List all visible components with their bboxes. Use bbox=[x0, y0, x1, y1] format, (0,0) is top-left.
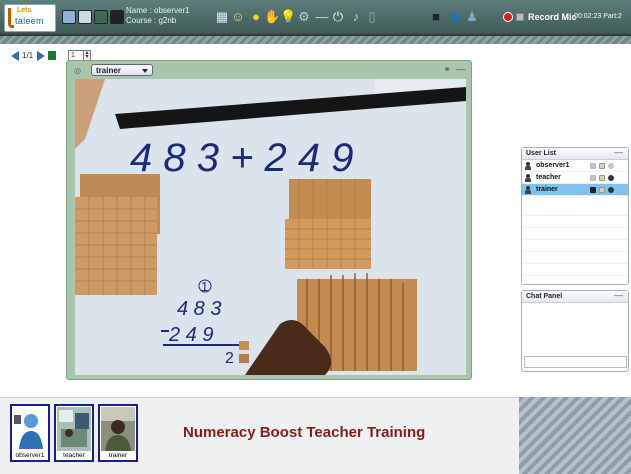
layout-grid-button[interactable] bbox=[62, 10, 76, 24]
user-list-title: User List bbox=[526, 150, 556, 157]
user-list-header: User List — bbox=[522, 147, 628, 160]
next-page-icon[interactable] bbox=[37, 51, 45, 61]
camera-icon[interactable] bbox=[590, 187, 596, 193]
volume-icon[interactable]: ♪ bbox=[348, 9, 364, 25]
video-frame: 4 8 3 + 2 4 9 1 4 8 3 2 4 9 2 bbox=[75, 79, 466, 375]
link-icon[interactable]: ⚭ bbox=[443, 64, 451, 75]
user-avatar-icon bbox=[525, 186, 531, 194]
chat-panel: Chat Panel — bbox=[521, 290, 629, 372]
zoom-value: 1 bbox=[71, 52, 75, 59]
chart-icon[interactable]: ▦ bbox=[214, 9, 230, 25]
user-select-value: trainer bbox=[96, 66, 121, 75]
thumbnail-caption: teacher bbox=[63, 452, 85, 459]
whiteboard-button[interactable] bbox=[78, 10, 92, 24]
chat-input[interactable] bbox=[524, 356, 627, 368]
page-indicator: 1/1 bbox=[22, 51, 34, 60]
camera-icon[interactable]: ■ bbox=[428, 9, 444, 25]
settings-icon[interactable]: ⚙ bbox=[296, 9, 312, 25]
session-name: Name : observer1 bbox=[126, 6, 190, 15]
record-button[interactable] bbox=[503, 12, 513, 22]
video-button[interactable] bbox=[110, 10, 124, 24]
app-logo: Lets taleem bbox=[4, 4, 56, 32]
thumbnail-caption: trainer bbox=[108, 452, 128, 459]
camera-off-icon[interactable] bbox=[590, 163, 596, 169]
user-row-observer1[interactable]: observer1 bbox=[522, 160, 628, 172]
prev-page-icon[interactable] bbox=[11, 51, 19, 61]
power-icon[interactable]: ⏻ bbox=[330, 9, 346, 25]
thumbnail-teacher[interactable]: teacher bbox=[54, 404, 94, 462]
chat-panel-minimize-button[interactable]: — bbox=[614, 290, 623, 300]
toolbar-stripe bbox=[0, 36, 631, 44]
bottom-number: 2 4 9 bbox=[168, 324, 213, 346]
user-name: teacher bbox=[536, 174, 561, 181]
pencil-icon[interactable] bbox=[599, 163, 605, 169]
bottom-pattern bbox=[519, 397, 631, 474]
trainer-video-thumbnail bbox=[101, 407, 135, 451]
user-row-trainer[interactable]: trainer bbox=[522, 184, 628, 196]
stop-record-button[interactable] bbox=[516, 13, 524, 21]
user-list-empty-rows bbox=[522, 204, 628, 284]
camera-small-icon: ◎ bbox=[74, 66, 81, 75]
top-toolbar: Lets taleem Name : observer1 Course : g2… bbox=[0, 0, 631, 36]
user-avatar-icon bbox=[13, 407, 47, 451]
thumbnail-trainer[interactable]: trainer bbox=[98, 404, 138, 462]
users-icon[interactable]: ☺ bbox=[230, 9, 246, 25]
user-avatar-icon bbox=[525, 162, 531, 170]
minus-icon[interactable]: — bbox=[314, 9, 330, 25]
mouse-icon[interactable]: ▯ bbox=[364, 9, 380, 25]
base-ten-flat-2 bbox=[75, 197, 157, 295]
presentation-button[interactable] bbox=[94, 10, 108, 24]
bulb-icon[interactable]: 💡 bbox=[280, 9, 296, 25]
session-info: Name : observer1 Course : g2nb bbox=[126, 6, 190, 26]
user-name: observer1 bbox=[536, 162, 570, 169]
logo-mark bbox=[8, 8, 14, 28]
thumbnail-observer1[interactable]: observer1 bbox=[10, 404, 50, 462]
user-row-teacher[interactable]: teacher bbox=[522, 172, 628, 184]
chat-panel-title: Chat Panel bbox=[526, 293, 563, 300]
session-course: Course : g2nb bbox=[126, 16, 177, 25]
user-list-panel: User List — observer1 teacher trainer bbox=[521, 147, 629, 285]
user-select[interactable]: trainer bbox=[91, 64, 153, 76]
hand-raise-icon[interactable]: ✋ bbox=[264, 9, 280, 25]
video-panel-header: ◎ trainer ⚭ — bbox=[67, 61, 471, 79]
app-window: Lets taleem Name : observer1 Course : g2… bbox=[0, 0, 631, 474]
smiley-icon[interactable]: ● bbox=[248, 9, 264, 25]
video-panel: ◎ trainer ⚭ — 4 8 3 + 2 4 9 1 4 8 3 2 4 … bbox=[66, 60, 472, 380]
logo-top-text: Lets bbox=[17, 7, 32, 14]
minimize-button[interactable]: — bbox=[456, 64, 465, 74]
people-icon[interactable]: ♟ bbox=[464, 9, 480, 25]
pencil-icon[interactable] bbox=[599, 187, 605, 193]
session-banner: Numeracy Boost Teacher Training bbox=[183, 424, 426, 441]
pencil-icon[interactable] bbox=[599, 175, 605, 181]
thumbnail-caption: observer1 bbox=[15, 452, 45, 459]
record-time: 00:02:23 Part:2 bbox=[574, 13, 622, 20]
teacher-video-thumbnail bbox=[57, 407, 91, 451]
chevron-down-icon bbox=[142, 69, 148, 73]
network-icon[interactable]: ▣ bbox=[446, 9, 462, 25]
logo-bottom-text: taleem bbox=[15, 16, 44, 26]
partial-sum: 2 bbox=[225, 350, 234, 367]
top-number: 4 8 3 bbox=[177, 298, 221, 320]
user-list-minimize-button[interactable]: — bbox=[614, 147, 623, 157]
record-mic-label: Record Mic bbox=[528, 12, 577, 22]
camera-off-icon[interactable] bbox=[590, 175, 596, 181]
mic-off-icon[interactable] bbox=[608, 163, 614, 169]
user-name: trainer bbox=[536, 186, 558, 193]
user-avatar-icon bbox=[525, 174, 531, 182]
mic-icon[interactable] bbox=[608, 187, 614, 193]
chat-panel-header: Chat Panel — bbox=[522, 290, 628, 303]
mic-icon[interactable] bbox=[608, 175, 614, 181]
add-page-icon[interactable] bbox=[48, 51, 56, 60]
equation-text: 4 8 3 + 2 4 9 bbox=[130, 136, 354, 180]
video-feed: 4 8 3 + 2 4 9 1 4 8 3 2 4 9 2 bbox=[75, 79, 466, 375]
